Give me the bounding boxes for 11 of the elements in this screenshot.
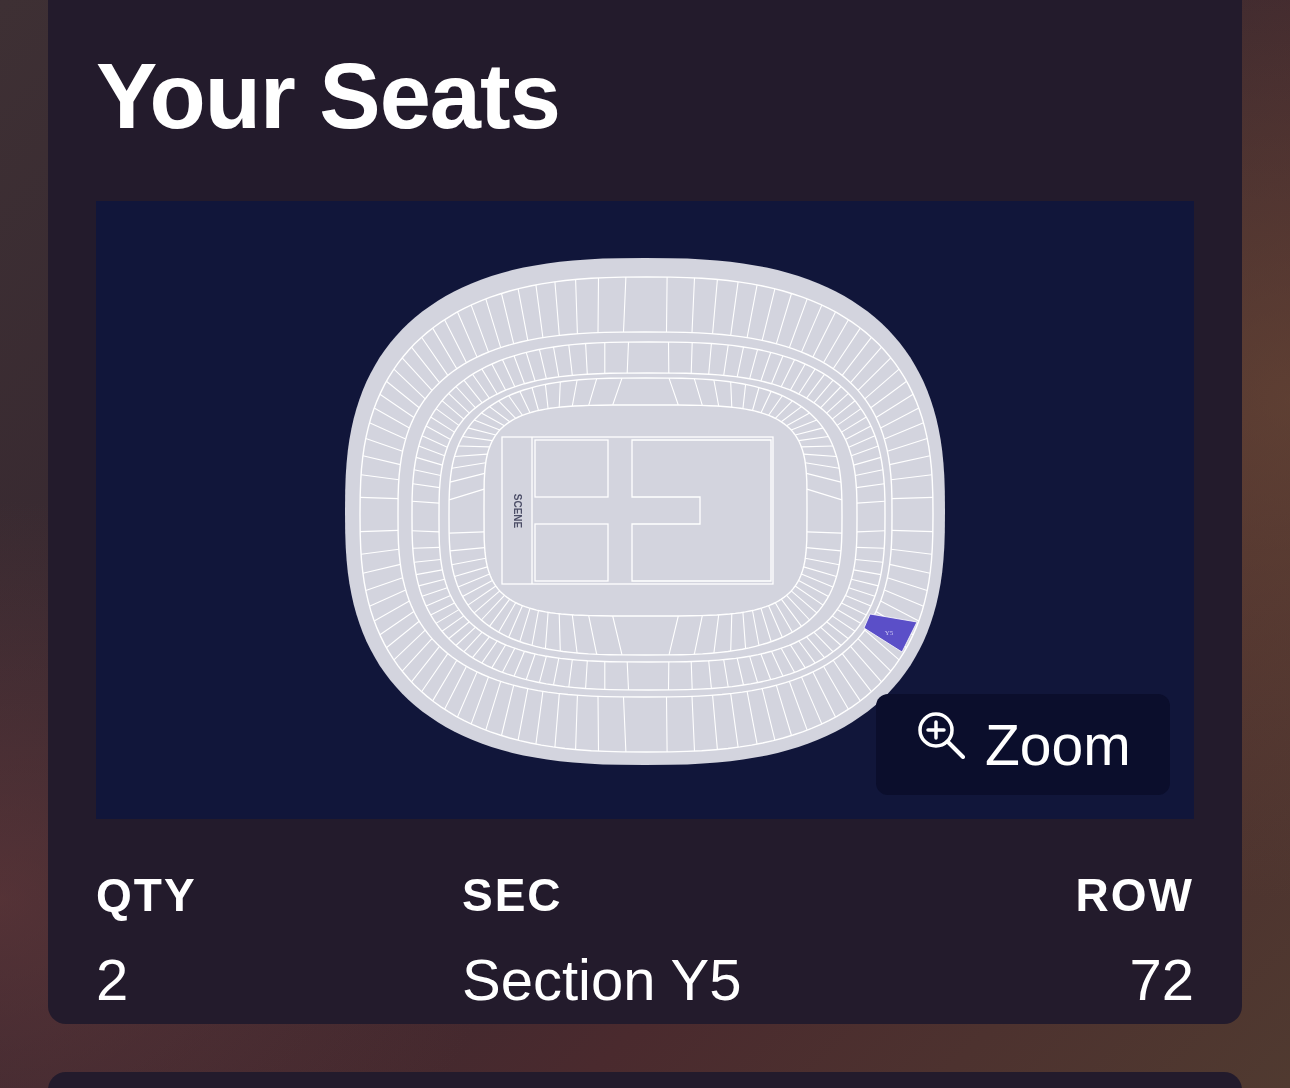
card-title: Your Seats	[96, 50, 561, 142]
zoom-in-icon	[917, 710, 965, 759]
stage-label: SCENE	[511, 493, 523, 529]
detail-value: 2	[96, 951, 129, 1009]
detail-label: QTY	[96, 872, 197, 919]
detail-label: SEC	[462, 872, 563, 919]
seat-section[interactable]	[863, 613, 918, 653]
detail-value: 72	[1129, 951, 1194, 1009]
detail-label: ROW	[1075, 872, 1194, 919]
detail-value: Section Y5	[462, 951, 742, 1009]
zoom-button[interactable]: Zoom	[876, 694, 1170, 795]
